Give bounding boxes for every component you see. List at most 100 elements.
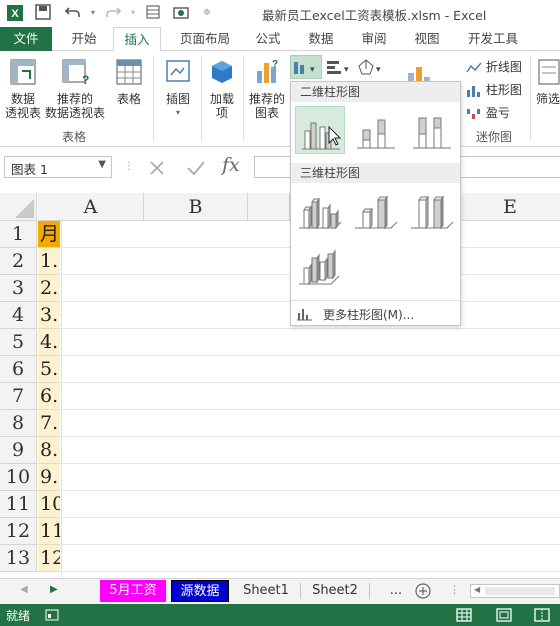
sheet-tab-sheet2[interactable]: Sheet2 — [303, 580, 367, 602]
svg-text:▾: ▾ — [310, 64, 315, 74]
camera-icon[interactable] — [172, 4, 190, 22]
undo-icon[interactable] — [64, 4, 82, 22]
3d-column-option[interactable] — [295, 244, 345, 292]
cell-a[interactable]: 12 — [38, 545, 60, 572]
redo-icon[interactable] — [104, 4, 122, 22]
sparkline-winloss-button[interactable]: 盈亏 — [466, 104, 524, 122]
insert-function-icon[interactable]: fx — [222, 154, 240, 176]
slicer-icon — [533, 57, 560, 90]
stacked-column-option[interactable] — [351, 106, 401, 154]
sheet-tab-source-data[interactable]: 源数据 — [171, 580, 229, 602]
cell-a[interactable]: 6. — [38, 383, 60, 410]
row-header[interactable]: 11 — [0, 491, 37, 518]
add-sheet-icon[interactable] — [414, 582, 432, 603]
row-header[interactable]: 9 — [0, 437, 37, 464]
title-bar: X ▾ ▾ ≑ 最新员工excel工资表模板.xlsm - Excel — [0, 0, 560, 27]
row-header[interactable]: 13 — [0, 545, 37, 572]
cell-a[interactable]: 5. — [38, 356, 60, 383]
column-chart-button[interactable]: ▾ — [290, 55, 322, 79]
tab-developer[interactable]: 开发工具 — [462, 27, 524, 51]
group-label-sparklines: 迷你图 — [476, 130, 513, 144]
scrollbar-thumb[interactable] — [485, 587, 555, 595]
name-box[interactable]: 图表 1 ▼ — [4, 156, 112, 178]
cell-a[interactable]: 10 — [38, 491, 60, 518]
recommended-charts-button[interactable]: ? 推荐的 图表 — [247, 57, 287, 120]
more-sheets-button[interactable]: ... — [386, 580, 406, 602]
scroll-left-icon[interactable]: ◀ — [20, 584, 28, 595]
cell-a[interactable]: 11 — [38, 518, 60, 545]
column-chart-dropdown: 二维柱形图 三维柱形图 更多柱形图(M)... — [290, 81, 461, 326]
row-header[interactable]: 4 — [0, 302, 37, 329]
row-header[interactable]: 7 — [0, 383, 37, 410]
page-break-view-icon[interactable] — [534, 608, 550, 625]
cell-a[interactable]: 2. — [38, 275, 60, 302]
sparkline-line-icon — [466, 62, 482, 72]
sparkline-column-button[interactable]: 柱形图 — [466, 81, 524, 99]
tab-review[interactable]: 审阅 — [354, 27, 394, 51]
tab-divider — [300, 583, 301, 599]
clustered-column-option[interactable] — [295, 106, 345, 154]
save-icon[interactable] — [34, 4, 52, 22]
pivot-table-icon — [3, 57, 43, 90]
enter-icon[interactable] — [186, 159, 206, 180]
row-header[interactable]: 3 — [0, 275, 37, 302]
cell-a[interactable]: 4. — [38, 329, 60, 356]
row-header[interactable]: 8 — [0, 410, 37, 437]
column-header-b[interactable]: B — [144, 193, 248, 221]
filter-button[interactable]: 筛选 — [533, 57, 560, 106]
illustrations-button[interactable]: 插图 ▾ — [160, 57, 196, 120]
percent-stacked-column-option[interactable] — [407, 106, 457, 154]
row-header[interactable]: 10 — [0, 464, 37, 491]
row-header[interactable]: 5 — [0, 329, 37, 356]
addins-button[interactable]: 加载 项 — [205, 57, 239, 120]
3d-percent-stacked-column-option[interactable] — [407, 188, 457, 236]
table-button[interactable]: 表格 — [110, 57, 148, 106]
tab-formulas[interactable]: 公式 — [248, 27, 288, 51]
tab-file[interactable]: 文件 — [0, 27, 52, 51]
sheet-tab-may-salary[interactable]: 5月工资 — [100, 580, 166, 602]
3d-clustered-column-option[interactable] — [295, 188, 345, 236]
cell-a[interactable]: 月 — [38, 221, 60, 248]
cell-a[interactable]: 9. — [38, 464, 60, 491]
column-header-e[interactable]: E — [460, 193, 560, 221]
more-column-charts-label: 更多柱形图(M)... — [323, 308, 415, 322]
sparkline-line-button[interactable]: 折线图 — [466, 58, 524, 76]
page-layout-view-icon[interactable] — [496, 608, 512, 625]
select-all-corner[interactable] — [0, 193, 37, 221]
column-header-c[interactable] — [248, 193, 290, 221]
tab-data[interactable]: 数据 — [301, 27, 341, 51]
3d-stacked-column-option[interactable] — [351, 188, 401, 236]
worksheet-grid[interactable]: A B E 1月21.32.43.54.65.76.87.98.109.1110… — [0, 191, 560, 578]
cancel-icon[interactable] — [148, 159, 166, 180]
recommended-pivot-button[interactable]: ? 推荐的 数据透视表 — [44, 57, 106, 120]
undo-dropdown-icon[interactable]: ▾ — [84, 4, 102, 22]
bar-chart-button[interactable]: ▾ — [325, 58, 353, 78]
tab-home[interactable]: 开始 — [62, 27, 106, 51]
macro-record-icon[interactable] — [45, 609, 59, 624]
row-header[interactable]: 6 — [0, 356, 37, 383]
pivot-table-button[interactable]: 数据 透视表 — [3, 57, 43, 120]
customize-qa-icon[interactable]: ≑ — [198, 4, 216, 22]
form-icon[interactable] — [144, 4, 162, 22]
splitter-icon[interactable]: ⋮ — [449, 583, 460, 596]
scroll-left-arrow-icon[interactable]: ◀ — [474, 585, 480, 594]
tab-page-layout[interactable]: 页面布局 — [172, 27, 238, 51]
sheet-tab-sheet1[interactable]: Sheet1 — [234, 580, 298, 602]
column-header-a[interactable]: A — [38, 193, 144, 221]
radar-chart-button[interactable]: ▾ — [355, 58, 385, 78]
normal-view-icon[interactable] — [456, 608, 472, 625]
scroll-right-icon[interactable]: ▶ — [50, 584, 58, 595]
cell-a[interactable]: 1. — [38, 248, 60, 275]
cell-a[interactable]: 8. — [38, 437, 60, 464]
chevron-down-icon[interactable]: ▼ — [98, 159, 106, 170]
cell-a[interactable]: 3. — [38, 302, 60, 329]
row-header[interactable]: 2 — [0, 248, 37, 275]
more-column-charts-item[interactable]: 更多柱形图(M)... — [295, 304, 457, 324]
row-header[interactable]: 12 — [0, 518, 37, 545]
redo-dropdown-icon[interactable]: ▾ — [124, 4, 142, 22]
cell-a[interactable]: 7. — [38, 410, 60, 437]
tab-view[interactable]: 视图 — [407, 27, 447, 51]
tab-insert[interactable]: 插入 — [113, 27, 161, 52]
horizontal-scrollbar[interactable]: ◀ — [470, 584, 560, 598]
row-header[interactable]: 1 — [0, 221, 37, 248]
